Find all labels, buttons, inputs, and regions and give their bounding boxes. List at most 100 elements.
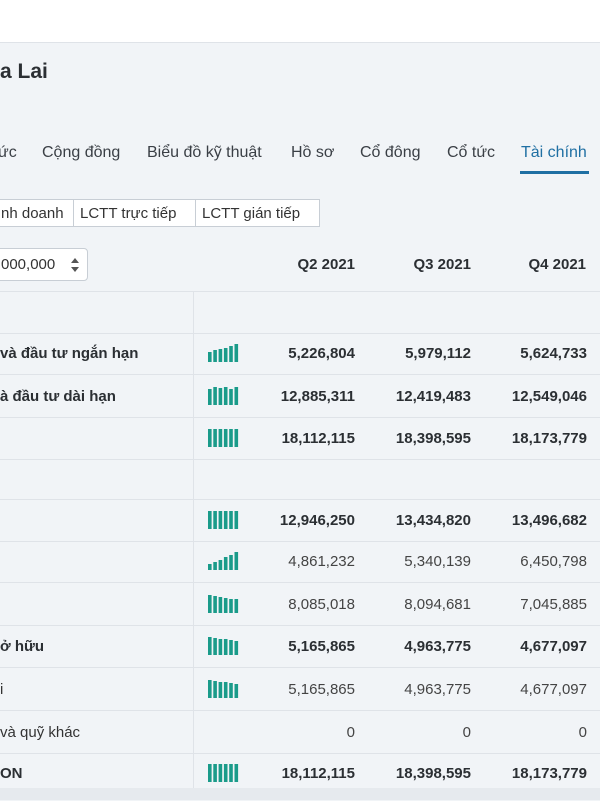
row-divider — [0, 582, 600, 583]
sparkline-bar — [218, 511, 223, 529]
sparkline-bar — [223, 639, 228, 655]
sparkline-bar — [234, 641, 239, 655]
tab-community[interactable]: Cộng đồng — [42, 144, 120, 162]
row-label: ON — [0, 765, 23, 782]
sparkline-bar — [208, 637, 212, 655]
trend-sparkline-icon[interactable] — [208, 680, 240, 698]
row-divider — [0, 667, 600, 668]
sparkline-bar — [229, 640, 233, 655]
column-header-q4: Q4 2021 — [528, 256, 586, 273]
cell-value: 13,434,820 — [395, 512, 471, 529]
company-title: a Lai — [0, 60, 48, 83]
cell-value: 12,419,483 — [395, 388, 471, 405]
sparkline-bar — [229, 346, 233, 362]
cell-value: 4,963,775 — [404, 638, 471, 655]
sparkline-bar — [234, 429, 239, 447]
sparkline-bar — [208, 680, 212, 698]
trend-sparkline-icon[interactable] — [208, 637, 240, 655]
trend-sparkline-icon[interactable] — [208, 429, 240, 447]
trend-sparkline-icon[interactable] — [208, 387, 240, 405]
cell-value: 0 — [346, 724, 355, 741]
cell-value: 4,677,097 — [520, 681, 587, 698]
cell-value: 5,165,865 — [288, 681, 355, 698]
sparkline-bar — [218, 429, 223, 447]
trend-sparkline-icon[interactable] — [208, 344, 240, 362]
row-divider — [0, 374, 600, 375]
active-tab-indicator — [520, 171, 589, 174]
sparkline-bar — [218, 388, 223, 405]
table-row — [0, 292, 600, 332]
unit-select[interactable]: 000,000 — [0, 248, 88, 281]
sparkline-bar — [208, 352, 212, 362]
sparkline-bar — [213, 596, 217, 613]
table-row: 8,085,018 8,094,681 7,045,885 — [0, 584, 600, 624]
trend-sparkline-icon[interactable] — [208, 511, 240, 529]
sparkline-bar — [223, 598, 228, 613]
sparkline-bar — [213, 350, 217, 362]
sparkline-bar — [218, 639, 223, 655]
cell-value: 18,112,115 — [281, 430, 355, 447]
tab-technical-chart[interactable]: Biểu đồ kỹ thuật — [147, 144, 262, 162]
sparkline-bar — [229, 599, 233, 613]
cell-value: 4,677,097 — [520, 638, 587, 655]
table-row: i 5,165,865 4,963,775 4,677,097 — [0, 669, 600, 709]
panel-bottom — [0, 788, 600, 800]
table-row: à đầu tư dài hạn 12,885,311 12,419,483 12,5… — [0, 376, 600, 416]
sparkline-bar — [229, 555, 233, 570]
trend-sparkline-icon[interactable] — [208, 764, 240, 782]
sparkline-bar — [234, 764, 239, 782]
row-divider — [0, 710, 600, 711]
trend-sparkline-icon[interactable] — [208, 595, 240, 613]
select-arrows-icon — [71, 258, 79, 272]
cell-value: 18,398,595 — [395, 765, 471, 782]
cell-value: 12,946,250 — [279, 512, 355, 529]
table-row: 12,946,250 13,434,820 13,496,682 — [0, 500, 600, 540]
subtab-indirect-cashflow[interactable]: LCTT gián tiếp — [195, 199, 320, 227]
sparkline-bar — [234, 511, 239, 529]
cell-value: 0 — [578, 724, 587, 741]
cell-value: 6,450,798 — [520, 553, 587, 570]
sparkline-bar — [208, 389, 212, 405]
cell-value: 4,963,775 — [404, 681, 471, 698]
sparkline-bar — [223, 764, 228, 782]
unit-select-value: 000,000 — [1, 256, 56, 273]
sparkline-bar — [213, 511, 217, 529]
row-label: à đầu tư dài hạn — [0, 388, 116, 405]
row-label: i — [0, 681, 4, 698]
sparkline-bar — [234, 344, 239, 362]
sparkline-bar — [218, 560, 223, 570]
tab-financials[interactable]: Tài chính — [521, 144, 587, 162]
cell-value: 8,085,018 — [288, 596, 355, 613]
table-row: 4,861,232 5,340,139 6,450,798 — [0, 541, 600, 581]
cell-value: 18,112,115 — [281, 765, 355, 782]
cell-value: 8,094,681 — [404, 596, 471, 613]
window-top — [0, 0, 600, 42]
cell-value: 5,226,804 — [288, 345, 355, 362]
table-row: ở hữu 5,165,865 4,963,775 4,677,097 — [0, 626, 600, 666]
column-header-q3: Q3 2021 — [413, 256, 471, 273]
cell-value: 13,496,682 — [511, 512, 587, 529]
sparkline-bar — [213, 429, 217, 447]
trend-sparkline-icon[interactable] — [208, 552, 240, 570]
cell-value: 4,861,232 — [288, 553, 355, 570]
table-row: và quỹ khác 0 0 0 — [0, 712, 600, 752]
sparkline-bar — [218, 682, 223, 698]
table-row: ON 18,112,115 18,398,595 18,173,779 — [0, 753, 600, 793]
subtab-income-statement[interactable]: nh doanh — [0, 199, 74, 227]
cell-value: 5,624,733 — [520, 345, 587, 362]
cell-value: 5,979,112 — [405, 345, 471, 362]
row-label: ở hữu — [0, 638, 45, 655]
sparkline-bar — [229, 764, 233, 782]
sparkline-bar — [234, 387, 239, 405]
cell-value: 5,165,865 — [288, 638, 355, 655]
tab-shareholders[interactable]: Cổ đông — [360, 144, 421, 162]
sparkline-bar — [223, 348, 228, 362]
sparkline-bar — [234, 552, 239, 570]
sparkline-bar — [223, 511, 228, 529]
subtab-direct-cashflow[interactable]: LCTT trực tiếp — [73, 199, 196, 227]
tab-news[interactable]: ức — [0, 144, 17, 162]
sparkline-bar — [223, 387, 228, 405]
sparkline-bar — [223, 429, 228, 447]
tab-dividends[interactable]: Cổ tức — [447, 144, 495, 162]
tab-profile[interactable]: Hồ sơ — [291, 144, 334, 162]
